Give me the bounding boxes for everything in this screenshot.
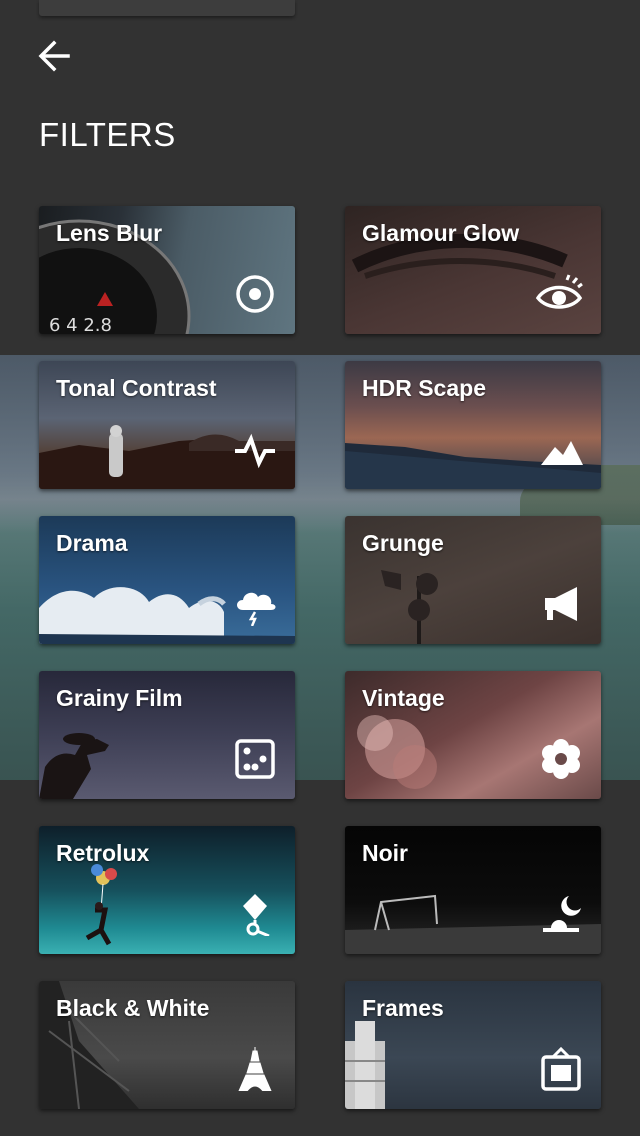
pulse-icon: [235, 433, 275, 469]
filter-label: Black & White: [56, 995, 210, 1021]
filter-tile-black-and-white[interactable]: Black & White: [39, 981, 295, 1109]
filter-tile-hdr-scape[interactable]: HDR Scape: [345, 361, 601, 489]
filter-tile-tonal-contrast[interactable]: Tonal Contrast: [39, 361, 295, 489]
filter-label: Noir: [362, 840, 408, 866]
filter-label: Lens Blur: [56, 220, 163, 246]
filter-grid: 6 4 2.8 Lens Blur Glamour Glow Tonal Con…: [39, 206, 601, 1109]
storm-cloud-icon: [237, 592, 276, 626]
mountains-icon: [541, 441, 583, 465]
eye-icon: [535, 274, 583, 309]
megaphone-icon: [545, 587, 577, 621]
moon-icon: [543, 896, 581, 932]
filter-label: Frames: [362, 995, 444, 1021]
filter-tile-grunge[interactable]: Grunge: [345, 516, 601, 644]
filter-label: Grunge: [362, 530, 444, 556]
filter-label: Retrolux: [56, 840, 150, 866]
frame-icon: [541, 1047, 581, 1091]
previous-tile-edge: [39, 0, 295, 16]
filter-label: Vintage: [362, 685, 445, 711]
filter-tile-noir[interactable]: Noir: [345, 826, 601, 954]
back-button[interactable]: [34, 36, 74, 76]
target-icon: [236, 275, 274, 313]
kite-icon: [243, 894, 270, 936]
filter-tile-drama[interactable]: Drama: [39, 516, 295, 644]
svg-text:6 4 2.8: 6 4 2.8: [49, 315, 112, 334]
filter-tile-grainy-film[interactable]: Grainy Film: [39, 671, 295, 799]
page-title: FILTERS: [39, 116, 176, 153]
flower-icon: [542, 739, 580, 779]
filter-label: HDR Scape: [362, 375, 486, 401]
arrow-left-icon: [38, 40, 70, 72]
filter-tile-glamour-glow[interactable]: Glamour Glow: [345, 206, 601, 334]
eiffel-tower-icon: [238, 1047, 272, 1091]
filter-label: Grainy Film: [56, 685, 183, 711]
filter-tile-retrolux[interactable]: Retrolux: [39, 826, 295, 954]
filter-label: Drama: [56, 530, 128, 556]
filter-tile-vintage[interactable]: Vintage: [345, 671, 601, 799]
filter-tile-lens-blur[interactable]: 6 4 2.8 Lens Blur: [39, 206, 295, 334]
filter-label: Tonal Contrast: [56, 375, 217, 401]
dice-icon: [235, 739, 275, 779]
filter-tile-frames[interactable]: Frames: [345, 981, 601, 1109]
filter-label: Glamour Glow: [362, 220, 520, 246]
